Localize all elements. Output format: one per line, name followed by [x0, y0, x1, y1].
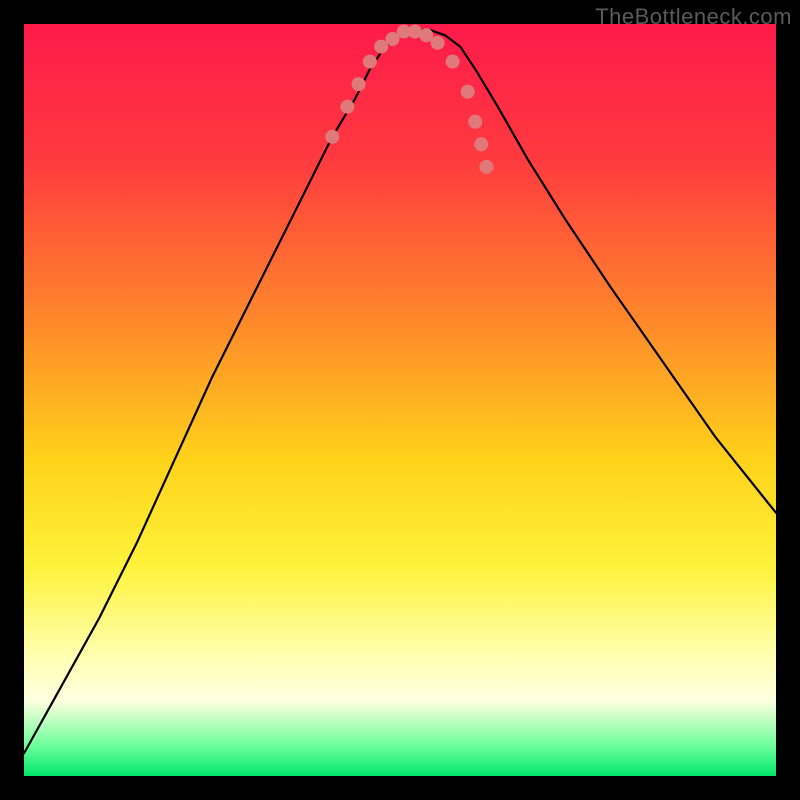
sample-point [446, 55, 460, 69]
sample-point [431, 36, 445, 50]
sample-point [480, 160, 494, 174]
chart-frame [24, 24, 776, 776]
sample-point [325, 130, 339, 144]
sample-point [340, 100, 354, 114]
sample-point [363, 55, 377, 69]
watermark-text: TheBottleneck.com [595, 4, 792, 30]
sample-point [468, 115, 482, 129]
sample-point [352, 77, 366, 91]
bottleneck-chart [24, 24, 776, 776]
gradient-background [24, 24, 776, 776]
sample-point [461, 85, 475, 99]
sample-point [474, 137, 488, 151]
